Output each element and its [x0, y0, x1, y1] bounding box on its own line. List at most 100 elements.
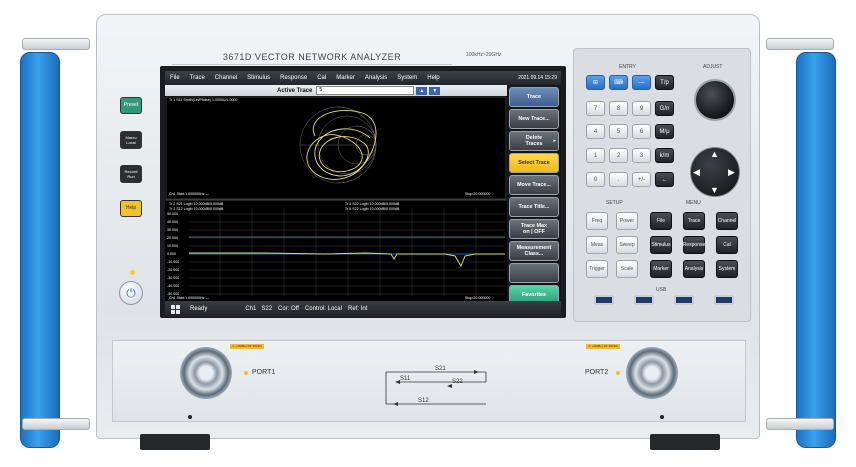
active-trace-field[interactable]: 5: [316, 86, 415, 95]
softkey-trace-title-edit[interactable]: Trace Title...: [509, 197, 559, 217]
softkey-move-trace[interactable]: Move Trace...: [509, 175, 559, 195]
unit-key-mu[interactable]: M/μ: [655, 124, 674, 139]
num-key-sign[interactable]: +/-: [632, 172, 651, 187]
left-carry-handle[interactable]: [20, 52, 60, 448]
softkey-measurement-class[interactable]: Measurement Class...: [509, 241, 559, 261]
spin-up-icon[interactable]: ▲: [416, 86, 428, 95]
num-key-0[interactable]: 0: [586, 172, 605, 187]
power-button[interactable]: ⏻: [119, 281, 143, 305]
trace5-header: Tr 5 S22 LogM 10.000dB/0.000dB: [345, 207, 400, 211]
num-key-dot[interactable]: .: [609, 172, 628, 187]
num-key-7[interactable]: 7: [586, 101, 605, 116]
softkey-delete-traces[interactable]: Delete Traces ▸: [509, 131, 559, 151]
num-key-8[interactable]: 8: [609, 101, 628, 116]
adjust-knob[interactable]: [694, 79, 736, 121]
plot-area[interactable]: Tr 1 S11 Smith(Lin/Phase) 1.0000U/1.0000…: [165, 96, 507, 301]
softkey-blank[interactable]: [509, 263, 559, 283]
preset-button[interactable]: Preset: [120, 97, 142, 114]
status-bar: Ready Ch1 S22 Cor: Off Control: Local Re…: [165, 301, 561, 317]
port1-indicator-led: [244, 371, 248, 375]
softkey-delete-traces-label: Delete Traces: [525, 135, 543, 147]
menu-analysis[interactable]: Analysis: [365, 75, 387, 81]
windows-key-icon[interactable]: ⊞: [586, 75, 605, 90]
y-tick: -20.000: [167, 268, 180, 272]
num-key-4[interactable]: 4: [586, 124, 605, 139]
softkey-new-trace[interactable]: New Trace...: [509, 109, 559, 129]
macro-local-button[interactable]: Macro Local: [120, 131, 142, 149]
bottom-footer-stop: Stop:20.000000: [465, 296, 491, 300]
menu-key-channel[interactable]: Channel: [716, 212, 738, 230]
entry-section-label: ENTRY: [619, 64, 636, 70]
y-tick: 10.000: [167, 244, 178, 248]
y-tick: 50.000: [167, 212, 178, 216]
setup-key-sweep[interactable]: Sweep: [616, 236, 638, 254]
logmag-trace: [189, 252, 505, 268]
menu-key-marker[interactable]: Marker: [650, 260, 672, 278]
start-menu-icon[interactable]: [171, 304, 180, 314]
setup-key-meas[interactable]: Meas: [586, 236, 608, 254]
minus-key-icon[interactable]: —: [632, 75, 651, 90]
num-key-2[interactable]: 2: [609, 148, 628, 163]
right-carry-handle[interactable]: [796, 52, 836, 448]
arrow-right-icon[interactable]: ▶: [728, 167, 735, 178]
status-correction: Cor: Off: [278, 306, 299, 312]
softkey-select-trace[interactable]: Select Trace: [509, 153, 559, 173]
spin-down-icon[interactable]: ▼: [429, 86, 441, 95]
port2-indicator-led: [616, 371, 620, 375]
setup-key-trigger[interactable]: Trigger: [586, 260, 608, 278]
arrow-left-icon[interactable]: ◀: [693, 167, 700, 178]
menu-cal[interactable]: Cal: [317, 75, 326, 81]
record-run-button[interactable]: Record Run: [120, 165, 142, 183]
menu-key-response[interactable]: Response: [683, 236, 705, 254]
keyboard-key-icon[interactable]: ⌨: [609, 75, 628, 90]
setup-key-scale[interactable]: Scale: [616, 260, 638, 278]
port2-connector[interactable]: [626, 347, 678, 399]
usb-port[interactable]: [714, 295, 734, 305]
help-button[interactable]: Help: [120, 200, 142, 217]
usb-port[interactable]: [634, 295, 654, 305]
port1-connector[interactable]: [180, 347, 232, 399]
setup-section-label: SETUP: [606, 200, 623, 206]
y-tick: -10.000: [167, 260, 180, 264]
menu-key-file[interactable]: File: [650, 212, 672, 230]
menu-system[interactable]: System: [397, 75, 417, 81]
softkey-trace-max[interactable]: Trace Max on | OFF: [509, 219, 559, 239]
menu-stimulus[interactable]: Stimulus: [247, 75, 270, 81]
menu-file[interactable]: File: [170, 75, 180, 81]
num-key-3[interactable]: 3: [632, 148, 651, 163]
navigation-pad[interactable]: ▲ ▼ ◀ ▶: [690, 147, 740, 197]
adjust-section-label: ADJUST: [703, 64, 723, 70]
trace-plots: [165, 96, 507, 296]
trace3-header: Tr 3 S12 LogM 10.000dB/0.000dB: [169, 207, 224, 211]
setup-key-freq[interactable]: Freq: [586, 212, 608, 230]
menu-section-label: MENU: [686, 200, 701, 206]
arrow-down-icon[interactable]: ▼: [710, 185, 719, 195]
menu-key-trace[interactable]: Trace: [683, 212, 705, 230]
diagram-s21: S21: [435, 366, 446, 372]
num-key-5[interactable]: 5: [609, 124, 628, 139]
y-tick: 30.000: [167, 228, 178, 232]
power-icon: ⏻: [126, 285, 136, 300]
menu-key-stimulus[interactable]: Stimulus: [650, 236, 672, 254]
unit-key-gn[interactable]: G/n: [655, 101, 674, 116]
num-key-6[interactable]: 6: [632, 124, 651, 139]
status-ready: Ready: [190, 306, 208, 312]
menu-key-system[interactable]: System: [716, 260, 738, 278]
menu-marker[interactable]: Marker: [336, 75, 355, 81]
unit-key-tp[interactable]: T/p: [655, 75, 674, 90]
menu-key-cal[interactable]: Cal: [716, 236, 738, 254]
setup-key-power[interactable]: Power: [616, 212, 638, 230]
backspace-key-icon[interactable]: ←: [655, 172, 674, 187]
num-key-9[interactable]: 9: [632, 101, 651, 116]
menu-response[interactable]: Response: [280, 75, 307, 81]
menu-help[interactable]: Help: [427, 75, 439, 81]
y-tick: 40.000: [167, 220, 178, 224]
usb-port[interactable]: [674, 295, 694, 305]
num-key-1[interactable]: 1: [586, 148, 605, 163]
usb-port[interactable]: [594, 295, 614, 305]
menu-channel[interactable]: Channel: [215, 75, 237, 81]
unit-key-km[interactable]: k/m: [655, 148, 674, 163]
menu-trace[interactable]: Trace: [190, 75, 205, 81]
arrow-up-icon[interactable]: ▲: [710, 149, 719, 159]
menu-key-analysis[interactable]: Analysis: [683, 260, 705, 278]
